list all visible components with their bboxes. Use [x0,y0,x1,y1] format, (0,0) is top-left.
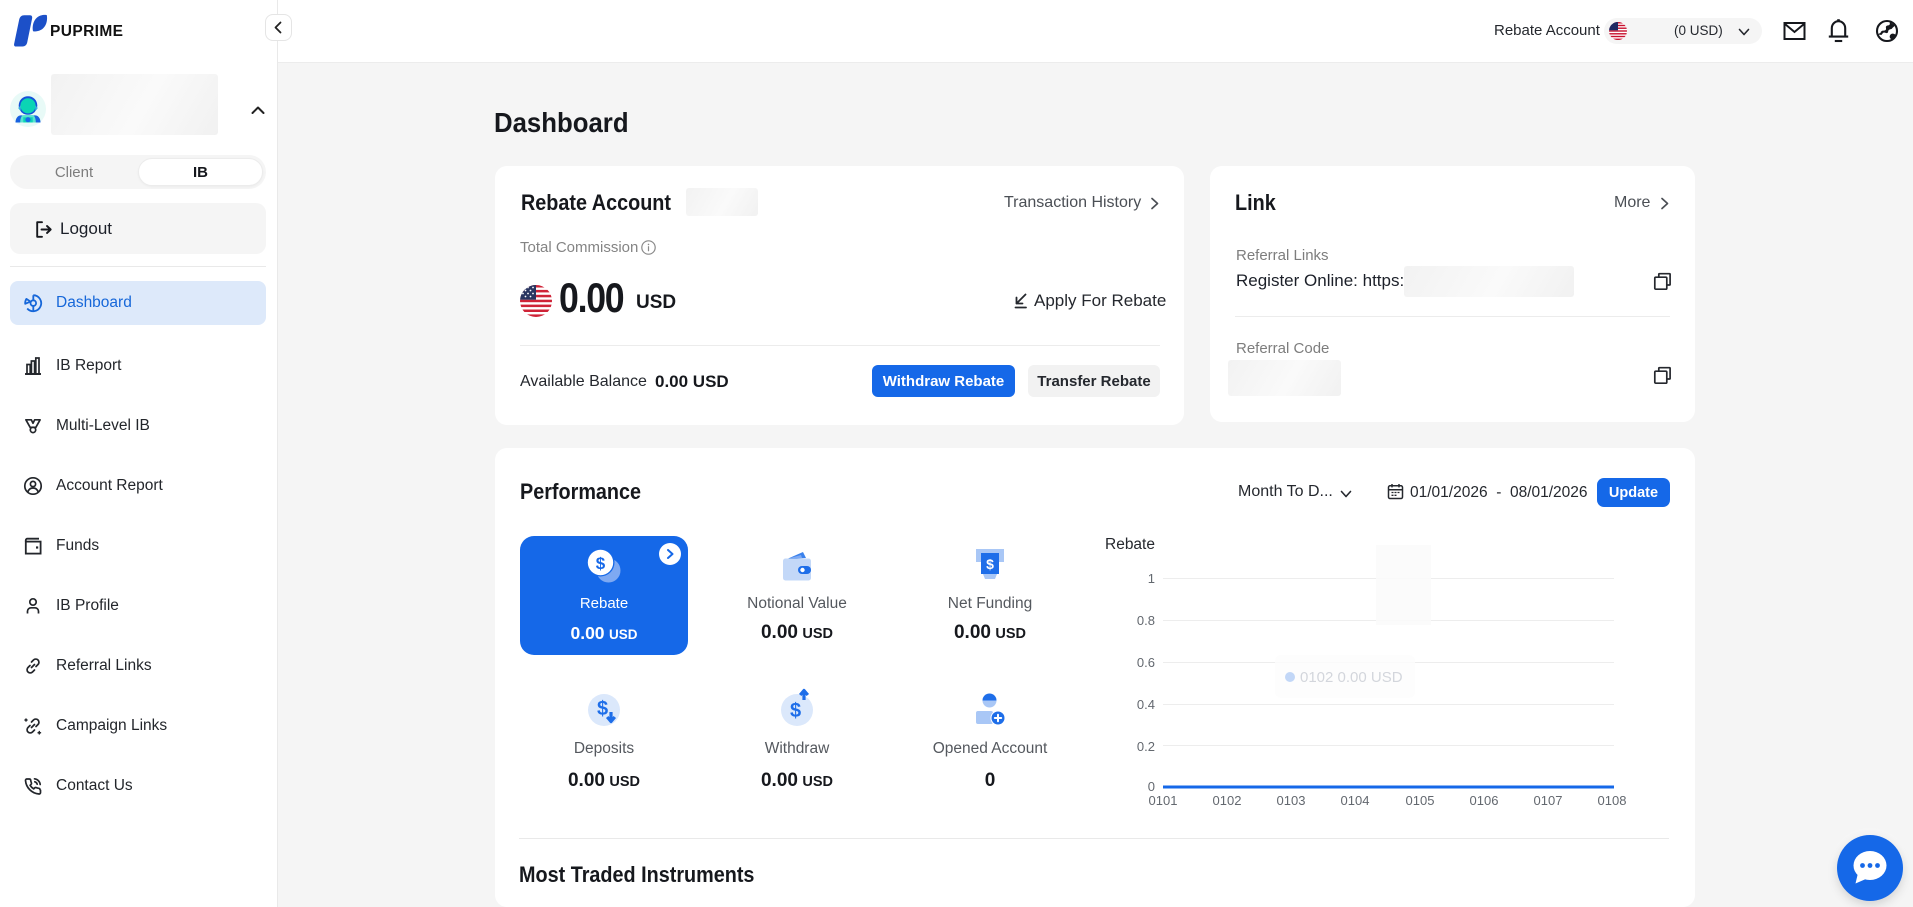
svg-text:0105: 0105 [1406,793,1435,808]
svg-text:0108: 0108 [1598,793,1627,808]
svg-text:0101: 0101 [1149,793,1178,808]
svg-text:0: 0 [1148,779,1155,794]
svg-text:$: $ [986,556,994,572]
svg-text:0107: 0107 [1534,793,1563,808]
svg-text:0102 0.00 USD: 0102 0.00 USD [1300,669,1403,686]
svg-text:0102: 0102 [1213,793,1242,808]
svg-text:1: 1 [1148,571,1155,586]
svg-text:0104: 0104 [1341,793,1370,808]
svg-text:0.2: 0.2 [1137,739,1155,754]
svg-text:0.8: 0.8 [1137,613,1155,628]
svg-text:$: $ [596,554,606,573]
svg-text:0106: 0106 [1470,793,1499,808]
svg-text:0.4: 0.4 [1137,697,1155,712]
svg-text:0103: 0103 [1277,793,1306,808]
svg-text:0.6: 0.6 [1137,655,1155,670]
